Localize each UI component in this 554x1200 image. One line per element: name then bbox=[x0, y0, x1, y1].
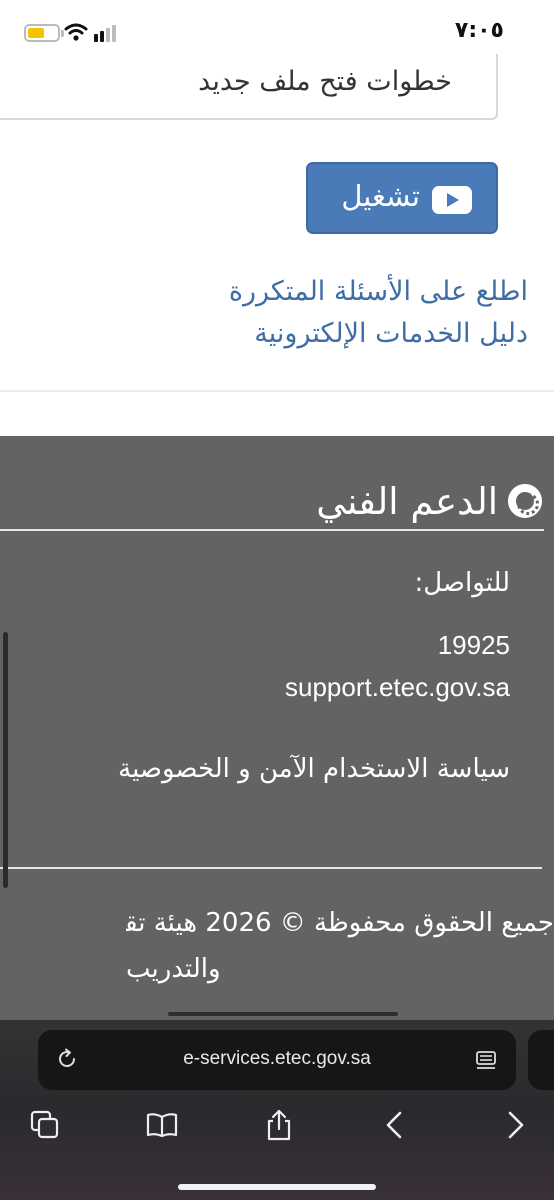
youtube-play-icon bbox=[432, 186, 472, 214]
card-divider bbox=[0, 390, 554, 392]
lifebuoy-icon bbox=[508, 484, 542, 518]
tabs-icon[interactable] bbox=[28, 1108, 62, 1142]
copyright-line-1: جميع الحقوق محفوظة © 2026 هيئة تقويم الت… bbox=[126, 908, 554, 938]
share-icon[interactable] bbox=[262, 1108, 296, 1142]
play-button-label: تشغيل bbox=[341, 179, 420, 213]
status-time: ٧:٠٥ bbox=[454, 18, 504, 43]
steps-input-field[interactable]: خطوات فتح ملف جديد bbox=[0, 54, 498, 120]
footer: الدعم الفني للتواصل: 19925 support.etec.… bbox=[0, 436, 554, 1036]
address-bar[interactable]: e-services.etec.gov.sa bbox=[38, 1030, 516, 1090]
footer-divider bbox=[0, 529, 544, 531]
contact-label: للتواصل: bbox=[414, 568, 510, 598]
services-guide-link[interactable]: دليل الخدمات الإلكترونية bbox=[254, 318, 528, 349]
privacy-policy-link[interactable]: سياسة الاستخدام الآمن و الخصوصية bbox=[118, 754, 510, 784]
steps-input-text: خطوات فتح ملف جديد bbox=[198, 66, 452, 97]
wifi-icon bbox=[64, 23, 88, 41]
copyright: جميع الحقوق محفوظة © 2026 هيئة تقويم الت… bbox=[126, 900, 554, 990]
forward-icon[interactable] bbox=[498, 1108, 532, 1142]
home-indicator bbox=[178, 1184, 376, 1190]
play-button[interactable]: تشغيل bbox=[306, 162, 498, 234]
support-title: الدعم الفني bbox=[316, 480, 498, 523]
page-grab-handle bbox=[168, 1012, 398, 1016]
url-text: e-services.etec.gov.sa bbox=[183, 1048, 371, 1069]
back-icon[interactable] bbox=[378, 1108, 412, 1142]
reader-icon[interactable] bbox=[474, 1050, 498, 1072]
signal-icon bbox=[94, 24, 120, 42]
adjacent-tab-preview[interactable] bbox=[528, 1030, 554, 1090]
bookmarks-icon[interactable] bbox=[145, 1108, 179, 1142]
scrollbar[interactable] bbox=[3, 632, 8, 888]
email-link[interactable]: support.etec.gov.sa bbox=[285, 672, 510, 703]
browser-toolbar: e-services.etec.gov.sa bbox=[0, 1020, 554, 1200]
battery-icon bbox=[24, 24, 64, 42]
copyright-line-2: والتدريب bbox=[126, 954, 221, 984]
faq-link[interactable]: اطلع على الأسئلة المتكررة bbox=[229, 276, 528, 307]
status-bar: ٧:٠٥ bbox=[0, 0, 554, 62]
phone-link[interactable]: 19925 bbox=[438, 630, 510, 661]
footer-divider-bottom bbox=[0, 867, 542, 869]
